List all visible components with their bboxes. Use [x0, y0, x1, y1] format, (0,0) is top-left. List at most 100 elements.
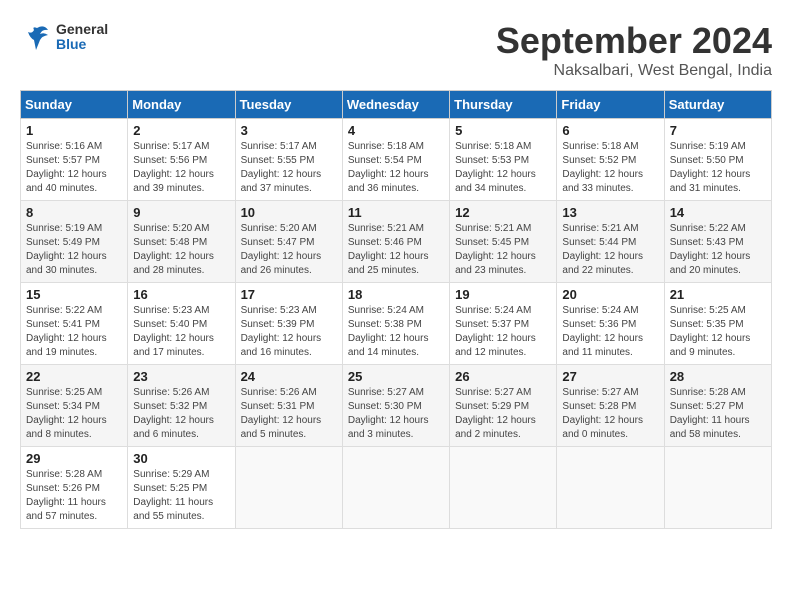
- day-info: Sunrise: 5:24 AMSunset: 5:36 PMDaylight:…: [562, 304, 658, 360]
- day-info: Sunrise: 5:20 AMSunset: 5:48 PMDaylight:…: [133, 222, 229, 278]
- day-number: 12: [455, 205, 551, 220]
- day-number: 25: [348, 369, 444, 384]
- calendar-cell: [557, 447, 664, 529]
- weekday-header: Monday: [128, 91, 235, 119]
- day-info: Sunrise: 5:23 AMSunset: 5:40 PMDaylight:…: [133, 304, 229, 360]
- day-number: 5: [455, 123, 551, 138]
- day-number: 27: [562, 369, 658, 384]
- calendar-cell: 17Sunrise: 5:23 AMSunset: 5:39 PMDayligh…: [235, 283, 342, 365]
- day-info: Sunrise: 5:17 AMSunset: 5:55 PMDaylight:…: [241, 140, 337, 196]
- day-number: 4: [348, 123, 444, 138]
- day-number: 6: [562, 123, 658, 138]
- day-info: Sunrise: 5:18 AMSunset: 5:53 PMDaylight:…: [455, 140, 551, 196]
- day-info: Sunrise: 5:28 AMSunset: 5:26 PMDaylight:…: [26, 468, 122, 524]
- calendar-cell: 8 Sunrise: 5:19 AMSunset: 5:49 PMDaylight…: [21, 201, 128, 283]
- day-number: 15: [26, 287, 122, 302]
- calendar-cell: 28 Sunrise: 5:28 AMSunset: 5:27 PMDayligh…: [664, 365, 771, 447]
- day-number: 29: [26, 451, 122, 466]
- calendar-cell: 7 Sunrise: 5:19 AMSunset: 5:50 PMDaylight…: [664, 119, 771, 201]
- day-info: Sunrise: 5:26 AMSunset: 5:31 PMDaylight:…: [241, 386, 337, 442]
- calendar-cell: 14 Sunrise: 5:22 AMSunset: 5:43 PMDayligh…: [664, 201, 771, 283]
- day-number: 16: [133, 287, 229, 302]
- calendar-cell: 9 Sunrise: 5:20 AMSunset: 5:48 PMDaylight…: [128, 201, 235, 283]
- day-number: 24: [241, 369, 337, 384]
- weekday-header: Wednesday: [342, 91, 449, 119]
- weekday-header: Sunday: [21, 91, 128, 119]
- day-info: Sunrise: 5:28 AMSunset: 5:27 PMDaylight:…: [670, 386, 766, 442]
- calendar-cell: 11Sunrise: 5:21 AMSunset: 5:46 PMDayligh…: [342, 201, 449, 283]
- calendar-cell: [450, 447, 557, 529]
- day-number: 19: [455, 287, 551, 302]
- day-number: 7: [670, 123, 766, 138]
- day-number: 26: [455, 369, 551, 384]
- day-number: 30: [133, 451, 229, 466]
- calendar-cell: 25Sunrise: 5:27 AMSunset: 5:30 PMDayligh…: [342, 365, 449, 447]
- location-title: Naksalbari, West Bengal, India: [496, 62, 772, 80]
- calendar-week-row: 29 Sunrise: 5:28 AMSunset: 5:26 PMDayligh…: [21, 447, 772, 529]
- day-info: Sunrise: 5:18 AMSunset: 5:54 PMDaylight:…: [348, 140, 444, 196]
- calendar-cell: 18 Sunrise: 5:24 AMSunset: 5:38 PMDayligh…: [342, 283, 449, 365]
- day-info: Sunrise: 5:24 AMSunset: 5:38 PMDaylight:…: [348, 304, 444, 360]
- day-info: Sunrise: 5:27 AMSunset: 5:28 PMDaylight:…: [562, 386, 658, 442]
- calendar-cell: 29 Sunrise: 5:28 AMSunset: 5:26 PMDayligh…: [21, 447, 128, 529]
- title-area: September 2024 Naksalbari, West Bengal, …: [496, 20, 772, 80]
- calendar-cell: [664, 447, 771, 529]
- calendar-cell: 4 Sunrise: 5:18 AMSunset: 5:54 PMDaylight…: [342, 119, 449, 201]
- day-info: Sunrise: 5:27 AMSunset: 5:29 PMDaylight:…: [455, 386, 551, 442]
- calendar-cell: 3 Sunrise: 5:17 AMSunset: 5:55 PMDaylight…: [235, 119, 342, 201]
- calendar-body: 1Sunrise: 5:16 AMSunset: 5:57 PMDaylight…: [21, 119, 772, 529]
- logo: General Blue: [20, 20, 108, 54]
- day-info: Sunrise: 5:17 AMSunset: 5:56 PMDaylight:…: [133, 140, 229, 196]
- day-number: 1: [26, 123, 122, 138]
- day-number: 23: [133, 369, 229, 384]
- calendar-week-row: 8 Sunrise: 5:19 AMSunset: 5:49 PMDaylight…: [21, 201, 772, 283]
- day-number: 18: [348, 287, 444, 302]
- day-number: 2: [133, 123, 229, 138]
- calendar-cell: 21Sunrise: 5:25 AMSunset: 5:35 PMDayligh…: [664, 283, 771, 365]
- calendar-cell: 30 Sunrise: 5:29 AMSunset: 5:25 PMDayligh…: [128, 447, 235, 529]
- logo-container: General Blue: [20, 20, 108, 54]
- logo-bird-icon: [20, 20, 54, 54]
- day-info: Sunrise: 5:21 AMSunset: 5:45 PMDaylight:…: [455, 222, 551, 278]
- day-info: Sunrise: 5:26 AMSunset: 5:32 PMDaylight:…: [133, 386, 229, 442]
- calendar-cell: 26 Sunrise: 5:27 AMSunset: 5:29 PMDayligh…: [450, 365, 557, 447]
- day-info: Sunrise: 5:25 AMSunset: 5:34 PMDaylight:…: [26, 386, 122, 442]
- calendar-cell: 23 Sunrise: 5:26 AMSunset: 5:32 PMDayligh…: [128, 365, 235, 447]
- day-number: 8: [26, 205, 122, 220]
- day-info: Sunrise: 5:19 AMSunset: 5:50 PMDaylight:…: [670, 140, 766, 196]
- day-number: 11: [348, 205, 444, 220]
- calendar-cell: [235, 447, 342, 529]
- day-info: Sunrise: 5:20 AMSunset: 5:47 PMDaylight:…: [241, 222, 337, 278]
- day-info: Sunrise: 5:22 AMSunset: 5:41 PMDaylight:…: [26, 304, 122, 360]
- calendar-cell: 2 Sunrise: 5:17 AMSunset: 5:56 PMDaylight…: [128, 119, 235, 201]
- calendar-cell: 20 Sunrise: 5:24 AMSunset: 5:36 PMDayligh…: [557, 283, 664, 365]
- logo-text: General Blue: [56, 22, 108, 53]
- calendar-cell: 1Sunrise: 5:16 AMSunset: 5:57 PMDaylight…: [21, 119, 128, 201]
- calendar-cell: 27 Sunrise: 5:27 AMSunset: 5:28 PMDayligh…: [557, 365, 664, 447]
- day-info: Sunrise: 5:22 AMSunset: 5:43 PMDaylight:…: [670, 222, 766, 278]
- day-info: Sunrise: 5:21 AMSunset: 5:44 PMDaylight:…: [562, 222, 658, 278]
- day-info: Sunrise: 5:19 AMSunset: 5:49 PMDaylight:…: [26, 222, 122, 278]
- day-info: Sunrise: 5:18 AMSunset: 5:52 PMDaylight:…: [562, 140, 658, 196]
- day-info: Sunrise: 5:24 AMSunset: 5:37 PMDaylight:…: [455, 304, 551, 360]
- day-number: 20: [562, 287, 658, 302]
- logo-blue: Blue: [56, 37, 108, 52]
- calendar-cell: 22Sunrise: 5:25 AMSunset: 5:34 PMDayligh…: [21, 365, 128, 447]
- calendar-week-row: 1Sunrise: 5:16 AMSunset: 5:57 PMDaylight…: [21, 119, 772, 201]
- calendar-cell: 16 Sunrise: 5:23 AMSunset: 5:40 PMDayligh…: [128, 283, 235, 365]
- day-number: 14: [670, 205, 766, 220]
- calendar-cell: [342, 447, 449, 529]
- day-number: 9: [133, 205, 229, 220]
- logo-general: General: [56, 22, 108, 37]
- calendar-table: SundayMondayTuesdayWednesdayThursdayFrid…: [20, 90, 772, 529]
- day-number: 28: [670, 369, 766, 384]
- day-info: Sunrise: 5:29 AMSunset: 5:25 PMDaylight:…: [133, 468, 229, 524]
- header: General Blue September 2024 Naksalbari, …: [20, 20, 772, 80]
- calendar-cell: 12 Sunrise: 5:21 AMSunset: 5:45 PMDayligh…: [450, 201, 557, 283]
- calendar-week-row: 22Sunrise: 5:25 AMSunset: 5:34 PMDayligh…: [21, 365, 772, 447]
- weekday-header: Saturday: [664, 91, 771, 119]
- day-number: 21: [670, 287, 766, 302]
- day-number: 13: [562, 205, 658, 220]
- calendar-cell: 24 Sunrise: 5:26 AMSunset: 5:31 PMDayligh…: [235, 365, 342, 447]
- day-number: 3: [241, 123, 337, 138]
